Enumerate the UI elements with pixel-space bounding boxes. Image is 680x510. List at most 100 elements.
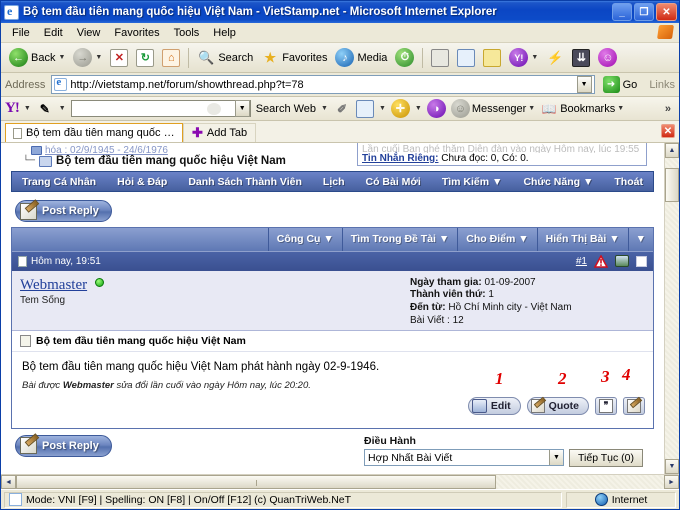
go-button[interactable]: ➜ Go: [599, 76, 642, 93]
moderation-select-arrow-icon[interactable]: ▼: [549, 450, 563, 466]
moderation-select[interactable]: Hợp Nhất Bài Viết ▼: [364, 449, 564, 467]
yahoo-toolbar-button[interactable]: Y! ▼: [505, 46, 542, 70]
yahoo-search-dropdown-icon[interactable]: ▼: [234, 100, 250, 117]
nav-item-newposts[interactable]: Có Bài Mới: [366, 176, 421, 188]
search-thread-menu[interactable]: Tìm Trong Đề Tài ▼: [341, 227, 457, 251]
messenger-button[interactable]: ⚡: [542, 46, 568, 70]
annotation-1: 1: [495, 368, 504, 388]
multiquote-button[interactable]: ❞: [595, 396, 617, 415]
links-label[interactable]: Links: [645, 79, 675, 91]
pm-link[interactable]: Tin Nhắn Riêng:: [362, 153, 438, 164]
yahoo-dropdown-icon[interactable]: ▼: [531, 54, 538, 61]
restore-button[interactable]: ❐: [634, 3, 654, 21]
more-menu[interactable]: ▼: [627, 227, 653, 251]
forward-dropdown-icon[interactable]: ▼: [95, 54, 102, 61]
popup-blocker-icon[interactable]: ◑: [426, 99, 446, 118]
select-post-checkbox[interactable]: [636, 255, 647, 267]
back-dropdown-icon[interactable]: ▼: [58, 54, 65, 61]
download-button[interactable]: ⇊: [568, 46, 594, 70]
nav-item-profile[interactable]: Trang Cá Nhân: [22, 176, 96, 188]
yahoo-logo-icon[interactable]: Y!: [5, 100, 20, 117]
yahoo-overflow-icon[interactable]: »: [665, 103, 675, 115]
scroll-left-button[interactable]: ◄: [1, 475, 16, 489]
tabs-icon[interactable]: [355, 99, 374, 118]
messenger-label: Messenger: [471, 102, 527, 115]
yahoo-messenger-button[interactable]: ☺ Messenger ▼: [450, 99, 535, 118]
menu-item-view[interactable]: View: [70, 25, 108, 41]
post-number-link[interactable]: #1: [576, 256, 587, 267]
home-icon: ⌂: [162, 48, 181, 67]
vscroll-thumb[interactable]: [665, 168, 679, 202]
hscroll-track[interactable]: [496, 475, 664, 489]
search-web-label[interactable]: Search Web: [256, 103, 316, 115]
quote-post-button[interactable]: Quote: [526, 396, 589, 415]
vscroll-track-bottom[interactable]: [665, 202, 679, 459]
nav-item-features[interactable]: Chức Năng ▼: [523, 176, 593, 188]
stop-button[interactable]: ✕: [106, 46, 132, 70]
edit-post-button[interactable]: Edit: [467, 396, 521, 415]
tabs-dropdown-icon[interactable]: ▼: [379, 105, 386, 112]
nav-item-search[interactable]: Tìm Kiếm ▼: [442, 176, 503, 188]
edit-button[interactable]: [453, 46, 479, 70]
bookmarks-label: Bookmarks: [560, 102, 616, 115]
yahoo-search-input[interactable]: ▼: [70, 100, 251, 117]
favorites-button[interactable]: ★ Favorites: [257, 46, 331, 70]
nav-item-calendar[interactable]: Lịch: [323, 176, 345, 188]
back-button[interactable]: ← Back ▼: [5, 46, 69, 70]
minimize-button[interactable]: _: [612, 3, 632, 21]
yahoo-bookmarks-button[interactable]: 📖 Bookmarks ▼: [540, 100, 624, 118]
tab-item[interactable]: Bộ tem đầu tiên mang quốc hiệu...: [5, 123, 183, 142]
thread-tools-menu[interactable]: Công Cụ ▼: [267, 227, 342, 251]
history-button[interactable]: ⏱: [391, 46, 418, 70]
menu-item-help[interactable]: Help: [206, 25, 243, 41]
bookmarks-dropdown-icon[interactable]: ▼: [617, 105, 624, 112]
pencil-dropdown-icon[interactable]: ▼: [59, 105, 66, 112]
author-username-link[interactable]: Webmaster: [20, 277, 87, 293]
print-button[interactable]: [427, 46, 453, 70]
nav-item-faq[interactable]: Hỏi & Đáp: [117, 176, 167, 188]
nav-item-logout[interactable]: Thoát: [614, 176, 643, 188]
ip-address-icon[interactable]: [615, 255, 629, 267]
menu-item-file[interactable]: File: [5, 25, 37, 41]
post-reply-button-bottom[interactable]: Post Reply: [15, 434, 112, 457]
emoticon-button[interactable]: ☺: [594, 46, 621, 70]
search-button[interactable]: 🔍 Search: [193, 46, 257, 70]
pencil-icon[interactable]: ✎: [36, 100, 54, 118]
address-dropdown-icon[interactable]: ▼: [576, 76, 592, 93]
display-modes-menu[interactable]: Hiển Thị Bài ▼: [536, 227, 628, 251]
forward-button[interactable]: → ▼: [69, 46, 106, 70]
antispy-dropdown-icon[interactable]: ▼: [415, 105, 422, 112]
post-subject-row: Bộ tem đầu tiên mang quốc hiệu Việt Nam: [12, 329, 653, 351]
scroll-down-button[interactable]: ▼: [665, 459, 679, 474]
menu-item-favorites[interactable]: Favorites: [107, 25, 166, 41]
address-label: Address: [5, 78, 46, 91]
add-tab-button[interactable]: ✚ Add Tab: [183, 123, 257, 142]
menu-item-edit[interactable]: Edit: [37, 25, 70, 41]
quick-reply-button[interactable]: [623, 396, 645, 415]
scroll-up-button[interactable]: ▲: [665, 143, 679, 158]
messenger-dropdown-icon[interactable]: ▼: [528, 105, 535, 112]
post-reply-button-top[interactable]: Post Reply: [15, 200, 112, 222]
notes-button[interactable]: [479, 46, 505, 70]
nav-item-memberlist[interactable]: Danh Sách Thành Viên: [188, 176, 302, 188]
menu-item-tools[interactable]: Tools: [167, 25, 207, 41]
report-post-icon[interactable]: [594, 254, 608, 268]
antispy-icon[interactable]: ✛: [390, 99, 410, 118]
yahoo-logo-dropdown-icon[interactable]: ▼: [24, 105, 31, 112]
hscroll-thumb[interactable]: [16, 475, 496, 489]
address-input[interactable]: http://vietstamp.net/forum/showthread.ph…: [51, 75, 595, 94]
close-button[interactable]: ✕: [656, 3, 677, 21]
search-web-dropdown-icon[interactable]: ▼: [321, 105, 328, 112]
home-button[interactable]: ⌂: [158, 46, 184, 70]
vscroll-track-top[interactable]: [665, 158, 679, 168]
moderation-continue-button[interactable]: Tiếp Tục (0): [569, 448, 644, 467]
rate-thread-menu[interactable]: Cho Điểm ▼: [457, 227, 536, 251]
horizontal-scrollbar[interactable]: ◄ ►: [1, 474, 679, 489]
vertical-scrollbar[interactable]: ▲ ▼: [664, 143, 679, 474]
breadcrumb-parent-link[interactable]: hóa : 02/9/1945 - 24/6/1976: [45, 145, 168, 155]
scroll-right-button[interactable]: ►: [664, 475, 679, 489]
tab-close-button[interactable]: ✕: [661, 124, 675, 138]
highlighter-icon[interactable]: ✐: [333, 100, 351, 118]
media-button[interactable]: ♪ Media: [331, 46, 391, 70]
refresh-button[interactable]: ↻: [132, 46, 158, 70]
